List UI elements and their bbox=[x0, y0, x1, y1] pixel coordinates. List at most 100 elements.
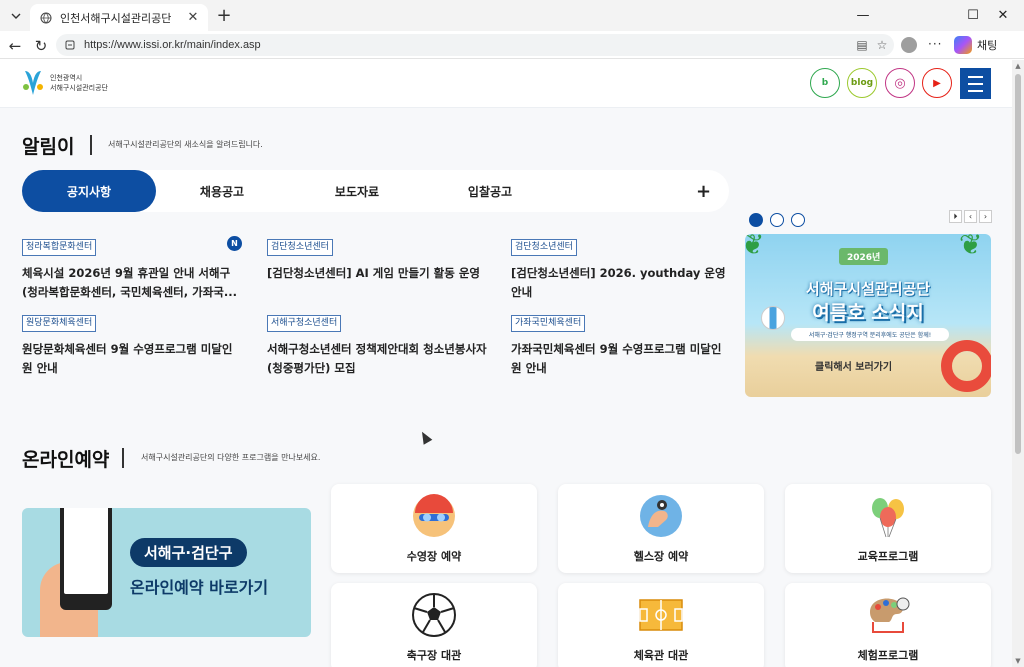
notice-item[interactable]: 검단청소년센터 [검단청소년센터] 2026. youthday 운영안내 bbox=[511, 234, 731, 302]
hamburger-line bbox=[968, 82, 983, 85]
notice-item[interactable]: 원당문화체육센터 원당문화체육센터 9월 수영프로그램 미달인원 안내 bbox=[22, 310, 242, 378]
banner-subtitle: 서해구·검단구 행정구역 분리후에도 공단은 함께! bbox=[791, 328, 949, 341]
card-label: 축구장 대관 bbox=[406, 649, 462, 662]
notice-item[interactable]: 가좌국민체육센터 가좌국민체육센터 9월 수영프로그램 미달인원 안내 bbox=[511, 310, 731, 378]
section-divider bbox=[122, 448, 124, 468]
notice-title[interactable]: 서해구청소년센터 정책제안대회 청소년봉사자(청중평가단) 모집 bbox=[267, 340, 487, 378]
scroll-down-icon[interactable]: ▼ bbox=[1014, 657, 1022, 665]
tab-press[interactable]: 보도자료 bbox=[307, 170, 407, 212]
next-icon[interactable]: › bbox=[979, 210, 992, 223]
notice-title[interactable]: [검단청소년센터] 2026. youthday 운영안내 bbox=[511, 264, 731, 302]
site-info-icon[interactable] bbox=[64, 39, 76, 51]
card-label: 체험프로그램 bbox=[857, 649, 919, 662]
notice-badge: 가좌국민체육센터 bbox=[511, 315, 586, 332]
youtube-link[interactable]: ▶ bbox=[922, 68, 952, 98]
card-education[interactable]: 교육프로그램 bbox=[785, 484, 991, 573]
close-window-button[interactable]: ✕ bbox=[980, 0, 1024, 31]
card-soccer[interactable]: 축구장 대관 bbox=[331, 583, 537, 667]
notice-item[interactable]: 검단청소년센터 [검단청소년센터] AI 게임 만들기 활동 운영 bbox=[267, 234, 487, 283]
tab-recruit[interactable]: 채용공고 bbox=[172, 170, 272, 212]
site-logo[interactable]: 인천광역시 서해구시설관리공단 bbox=[22, 69, 108, 97]
swimmer-icon bbox=[413, 494, 455, 537]
notice-item[interactable]: 서해구청소년센터 서해구청소년센터 정책제안대회 청소년봉사자(청중평가단) 모… bbox=[267, 310, 487, 378]
scroll-up-icon[interactable]: ▲ bbox=[1014, 62, 1022, 70]
fitness-icon bbox=[640, 495, 682, 537]
reload-button[interactable]: ↻ bbox=[30, 35, 52, 57]
slider-dot[interactable] bbox=[791, 213, 805, 227]
tab-bid[interactable]: 입찰공고 bbox=[440, 170, 540, 212]
url-box[interactable]: https://www.issi.or.kr/main/index.asp ▤ … bbox=[56, 34, 894, 56]
newsletter-banner[interactable]: ❦ ❦ 2026년 서해구시설관리공단 여름호 소식지 서해구·검단구 행정구역… bbox=[745, 234, 991, 397]
slider-dot[interactable] bbox=[770, 213, 784, 227]
browser-tab[interactable]: 인천서해구시설관리공단 ✕ bbox=[30, 4, 208, 31]
hamburger-menu-button[interactable] bbox=[960, 68, 991, 99]
card-fitness[interactable]: 헬스장 예약 bbox=[558, 484, 764, 573]
chevron-down-icon bbox=[11, 13, 21, 19]
notice-badge: 검단청소년센터 bbox=[267, 239, 333, 256]
slider-dot[interactable] bbox=[749, 213, 763, 227]
card-label: 체육관 대관 bbox=[633, 649, 689, 662]
notice-title[interactable]: 체육시설 2026년 9월 휴관일 안내 서해구 (청라복합문화센터, 국민체육… bbox=[22, 264, 242, 302]
prev-icon[interactable]: ‹ bbox=[964, 210, 977, 223]
page-scrollbar[interactable]: ▲ ▼ bbox=[1012, 60, 1024, 667]
logo-line1: 인천광역시 bbox=[50, 74, 83, 82]
notice-item[interactable]: 청라복합문화센터 체육시설 2026년 9월 휴관일 안내 서해구 (청라복합문… bbox=[22, 234, 242, 302]
soccer-ball-icon bbox=[412, 593, 456, 637]
notice-title[interactable]: [검단청소년센터] AI 게임 만들기 활동 운영 bbox=[267, 264, 487, 283]
profile-avatar[interactable] bbox=[901, 37, 917, 53]
new-badge: N bbox=[227, 236, 242, 251]
gym-court-icon bbox=[639, 599, 683, 631]
copilot-button[interactable]: 채팅 bbox=[954, 36, 997, 54]
new-tab-button[interactable]: + bbox=[214, 5, 234, 26]
scroll-thumb[interactable] bbox=[1015, 74, 1021, 454]
instagram-link[interactable]: ◎ bbox=[885, 68, 915, 98]
more-menu-icon[interactable]: ··· bbox=[928, 37, 942, 51]
blog-icon: blog bbox=[850, 78, 874, 88]
band-link[interactable]: b bbox=[810, 68, 840, 98]
minimize-button[interactable]: — bbox=[840, 0, 886, 31]
tab-close-icon[interactable]: ✕ bbox=[184, 9, 202, 27]
card-label: 헬스장 예약 bbox=[633, 550, 689, 563]
web-page: 인천광역시 서해구시설관리공단 b blog ◎ ▶ 알림이 서해구시설관리공단… bbox=[0, 60, 1012, 667]
card-experience[interactable]: 체험프로그램 bbox=[785, 583, 991, 667]
slider-dots bbox=[749, 213, 805, 227]
reservation-section-title: 온라인예약 bbox=[22, 449, 110, 471]
instagram-icon: ◎ bbox=[894, 75, 906, 91]
notice-badge: 청라복합문화센터 bbox=[22, 239, 97, 256]
youtube-icon: ▶ bbox=[933, 77, 941, 89]
notice-section-title: 알림이 bbox=[22, 136, 75, 158]
slider-controls: ⏵ ‹ › bbox=[949, 210, 992, 223]
card-label: 수영장 예약 bbox=[406, 550, 462, 563]
address-bar-row: ← ↻ https://www.issi.or.kr/main/index.as… bbox=[0, 31, 1024, 59]
card-gym[interactable]: 체육관 대관 bbox=[558, 583, 764, 667]
url-text: https://www.issi.or.kr/main/index.asp bbox=[84, 39, 261, 51]
banner-cta: 클릭해서 보러가기 bbox=[815, 362, 893, 373]
logo-line2: 서해구시설관리공단 bbox=[50, 84, 108, 92]
play-icon[interactable]: ⏵ bbox=[949, 210, 962, 223]
favorite-star-icon[interactable]: ☆ bbox=[874, 37, 890, 53]
reservation-banner-line2: 온라인예약 바로가기 bbox=[130, 578, 269, 597]
hamburger-line bbox=[968, 89, 983, 92]
notice-title[interactable]: 원당문화체육센터 9월 수영프로그램 미달인원 안내 bbox=[22, 340, 242, 378]
balloons-icon bbox=[872, 498, 904, 538]
notice-tabs: 공지사항 채용공고 보도자료 입찰공고 + bbox=[22, 170, 729, 212]
blog-link[interactable]: blog bbox=[847, 68, 877, 98]
reader-view-icon[interactable]: ▤ bbox=[854, 37, 870, 53]
section-divider bbox=[90, 135, 92, 155]
palm-leaf-icon: ❦ bbox=[959, 234, 983, 261]
card-swimming[interactable]: 수영장 예약 bbox=[331, 484, 537, 573]
swim-ring-icon bbox=[941, 340, 991, 392]
copilot-label: 채팅 bbox=[977, 39, 998, 52]
tab-notice[interactable]: 공지사항 bbox=[22, 170, 156, 212]
card-label: 교육프로그램 bbox=[857, 550, 919, 563]
browser-tabbar: 인천서해구시설관리공단 ✕ + — ☐ ✕ bbox=[0, 0, 1024, 31]
online-reservation-banner[interactable]: 서해구·검단구 온라인예약 바로가기 bbox=[22, 508, 311, 637]
tab-list-button[interactable] bbox=[6, 6, 26, 26]
notice-badge: 원당문화체육센터 bbox=[22, 315, 97, 332]
more-plus-icon[interactable]: + bbox=[696, 181, 711, 202]
reservation-section-desc: 서해구시설관리공단의 다양한 프로그램을 만나보세요. bbox=[141, 453, 321, 462]
back-button[interactable]: ← bbox=[4, 35, 26, 57]
beach-ball-icon bbox=[761, 306, 785, 330]
art-palette-icon bbox=[870, 597, 910, 633]
notice-title[interactable]: 가좌국민체육센터 9월 수영프로그램 미달인원 안내 bbox=[511, 340, 731, 378]
